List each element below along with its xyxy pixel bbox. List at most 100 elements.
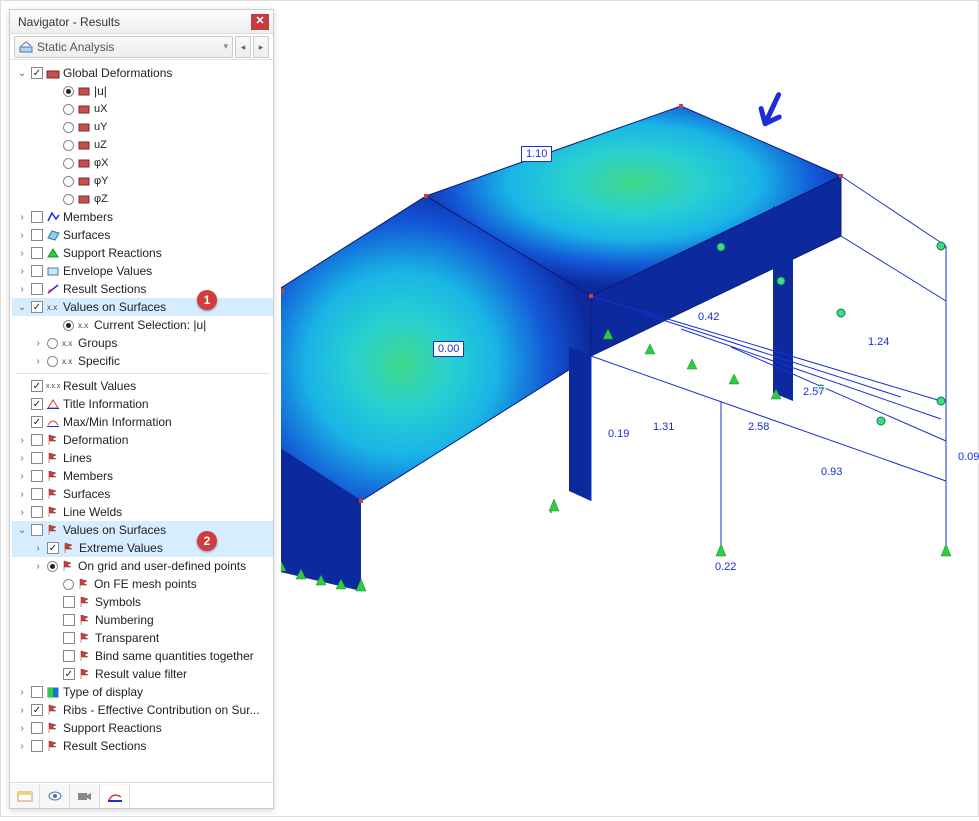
checkbox[interactable] (31, 722, 43, 734)
checkbox[interactable] (31, 686, 43, 698)
checkbox[interactable] (63, 632, 75, 644)
checkbox[interactable]: ✓ (47, 542, 59, 554)
checkbox[interactable]: ✓ (31, 704, 43, 716)
checkbox[interactable] (31, 488, 43, 500)
tab-view-icon[interactable] (40, 784, 70, 808)
radio[interactable] (47, 561, 58, 572)
tree-row[interactable]: ›Surfaces (12, 485, 273, 503)
tree-row[interactable]: ›✓Ribs - Effective Contribution on Sur..… (12, 701, 273, 719)
tree-row[interactable]: ✓Title Information (12, 395, 273, 413)
panel-titlebar[interactable]: Navigator - Results ✕ (10, 10, 273, 34)
checkbox[interactable] (31, 229, 43, 241)
tree-row[interactable]: ›Lines (12, 449, 273, 467)
checkbox[interactable] (63, 614, 75, 626)
tree-row[interactable]: On FE mesh points (12, 575, 273, 593)
checkbox[interactable]: ✓ (31, 416, 43, 428)
checkbox[interactable]: ✓ (31, 67, 43, 79)
radio[interactable] (63, 104, 74, 115)
collapse-icon[interactable]: ⌄ (16, 302, 28, 313)
checkbox[interactable] (31, 524, 43, 536)
close-button[interactable]: ✕ (251, 14, 269, 30)
radio[interactable] (63, 140, 74, 151)
checkbox[interactable] (31, 506, 43, 518)
tree-row[interactable]: ✓Max/Min Information (12, 413, 273, 431)
tree-row[interactable]: ›✓Extreme Values (12, 539, 273, 557)
expand-icon[interactable]: › (16, 230, 28, 241)
tree-row[interactable]: x.xCurrent Selection: |u| (12, 316, 273, 334)
results-tree[interactable]: ⌄✓Global Deformations|u|uXuYuZφXφYφZ›Mem… (10, 60, 273, 782)
tree-row[interactable]: ›On grid and user-defined points (12, 557, 273, 575)
tree-row[interactable]: ›Result Sections (12, 737, 273, 755)
tree-row[interactable]: ⌄Values on Surfaces (12, 521, 273, 539)
tab-camera-icon[interactable] (70, 784, 100, 808)
expand-icon[interactable]: › (16, 471, 28, 482)
tree-row[interactable]: uZ (12, 136, 273, 154)
tree-row[interactable]: ⌄✓Global Deformations (12, 64, 273, 82)
checkbox[interactable] (31, 452, 43, 464)
checkbox[interactable]: ✓ (31, 301, 43, 313)
checkbox[interactable] (31, 470, 43, 482)
expand-icon[interactable]: › (16, 266, 28, 277)
checkbox[interactable] (31, 247, 43, 259)
expand-icon[interactable]: › (16, 705, 28, 716)
tree-row[interactable]: ›Surfaces (12, 226, 273, 244)
checkbox[interactable] (31, 434, 43, 446)
expand-icon[interactable]: › (16, 507, 28, 518)
checkbox[interactable]: ✓ (31, 380, 43, 392)
expand-icon[interactable]: › (32, 356, 44, 367)
collapse-icon[interactable]: ⌄ (16, 525, 28, 536)
tree-row[interactable]: ›x.xGroups (12, 334, 273, 352)
tree-row[interactable]: ✓x.x.xResult Values (12, 377, 273, 395)
tree-row[interactable]: uX (12, 100, 273, 118)
tree-row[interactable]: ›Envelope Values (12, 262, 273, 280)
checkbox[interactable] (31, 740, 43, 752)
radio[interactable] (63, 122, 74, 133)
tab-data-icon[interactable] (10, 784, 40, 808)
checkbox[interactable]: ✓ (31, 398, 43, 410)
expand-icon[interactable]: › (16, 723, 28, 734)
radio[interactable] (63, 176, 74, 187)
tree-row[interactable]: ⌄✓x.xValues on Surfaces (12, 298, 273, 316)
tree-row[interactable]: ›Members (12, 208, 273, 226)
radio[interactable] (63, 158, 74, 169)
collapse-icon[interactable]: ⌄ (16, 68, 28, 79)
checkbox[interactable] (31, 265, 43, 277)
tree-row[interactable]: ›Result Sections (12, 280, 273, 298)
radio[interactable] (47, 338, 58, 349)
radio[interactable] (63, 320, 74, 331)
tree-row[interactable]: ✓Result value filter (12, 665, 273, 683)
radio[interactable] (63, 194, 74, 205)
radio[interactable] (47, 356, 58, 367)
expand-icon[interactable]: › (16, 248, 28, 259)
checkbox[interactable] (31, 211, 43, 223)
tree-row[interactable]: ›Line Welds (12, 503, 273, 521)
tree-row[interactable]: Transparent (12, 629, 273, 647)
tree-row[interactable]: ›Deformation (12, 431, 273, 449)
tree-row[interactable]: Bind same quantities together (12, 647, 273, 665)
analysis-dropdown[interactable]: Static Analysis ▾ (14, 36, 233, 58)
expand-icon[interactable]: › (16, 687, 28, 698)
nav-next-button[interactable]: ▸ (253, 36, 269, 58)
tree-row[interactable]: uY (12, 118, 273, 136)
checkbox[interactable] (63, 596, 75, 608)
tab-results-icon[interactable] (100, 784, 130, 808)
tree-row[interactable]: ›x.xSpecific (12, 352, 273, 370)
radio[interactable] (63, 86, 74, 97)
expand-icon[interactable]: › (32, 338, 44, 349)
expand-icon[interactable]: › (32, 561, 44, 572)
radio[interactable] (63, 579, 74, 590)
expand-icon[interactable]: › (16, 741, 28, 752)
tree-row[interactable]: Symbols (12, 593, 273, 611)
expand-icon[interactable]: › (16, 212, 28, 223)
model-viewport[interactable] (281, 1, 978, 816)
expand-icon[interactable]: › (16, 435, 28, 446)
checkbox[interactable] (63, 650, 75, 662)
tree-row[interactable]: φX (12, 154, 273, 172)
expand-icon[interactable]: › (16, 489, 28, 500)
expand-icon[interactable]: › (16, 453, 28, 464)
tree-row[interactable]: φZ (12, 190, 273, 208)
checkbox[interactable]: ✓ (63, 668, 75, 680)
tree-row[interactable]: ›Members (12, 467, 273, 485)
nav-prev-button[interactable]: ◂ (235, 36, 251, 58)
tree-row[interactable]: φY (12, 172, 273, 190)
